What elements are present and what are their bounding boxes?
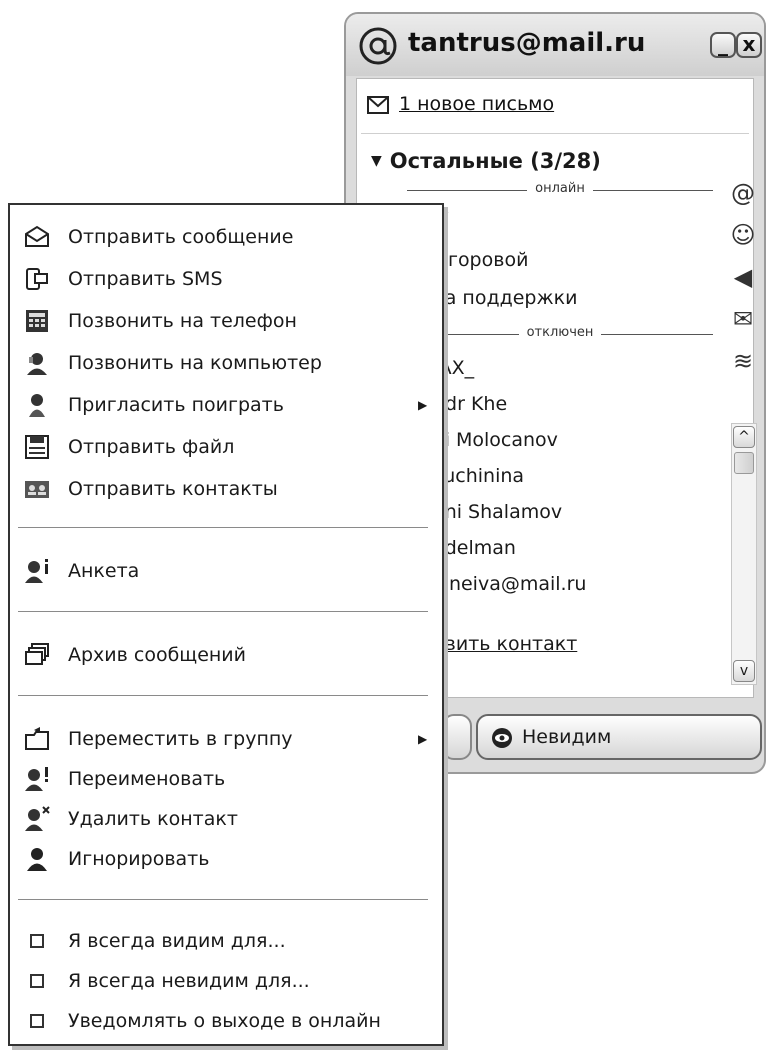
add-contact-link[interactable]: авить контакт	[433, 633, 577, 655]
menu-item-send-contacts[interactable]: Отправить контакты	[10, 471, 442, 507]
scroll-down-button[interactable]: v	[733, 660, 755, 682]
close-button[interactable]: x	[736, 32, 762, 58]
notify-online-checkbox[interactable]	[30, 1014, 44, 1028]
always-visible-checkbox[interactable]	[30, 934, 44, 948]
new-mail-link[interactable]: 1 новое письмо	[399, 93, 554, 115]
archive-icon	[25, 643, 49, 665]
new-mail-notice[interactable]: 1 новое письмо	[367, 93, 554, 115]
menu-item-message-archive[interactable]: Архив сообщений	[10, 637, 442, 673]
contact-item[interactable]: Огоровой	[433, 249, 528, 271]
offline-divider: отключен	[407, 325, 713, 343]
contact-item[interactable]: ei Molocanov	[433, 429, 558, 451]
contact-item[interactable]: ndr Khe	[433, 393, 507, 415]
rename-user-icon	[25, 767, 48, 791]
sound-icon[interactable]: ◀	[727, 263, 759, 295]
menu-item-invite-game[interactable]: Пригласить поиграть ▶	[10, 387, 442, 423]
status-label: Невидим	[522, 726, 612, 748]
group-label: Остальные (3/28)	[389, 149, 601, 173]
status-button[interactable]: Невидим	[476, 714, 762, 760]
submenu-arrow-icon: ▶	[418, 732, 428, 746]
menu-item-call-computer[interactable]: Позвонить на компьютер	[10, 345, 442, 381]
headset-user-icon	[27, 353, 47, 375]
menu-separator	[18, 611, 428, 612]
ignore-user-icon	[27, 848, 47, 871]
menu-item-always-visible[interactable]: Я всегда видим для...	[10, 923, 442, 959]
contact-item[interactable]: Luchinina	[433, 465, 524, 487]
menu-item-notify-online[interactable]: Уведомлять о выходе в онлайн	[10, 1003, 442, 1039]
at-icon	[359, 27, 397, 65]
menu-item-delete-contact[interactable]: Удалить контакт	[10, 801, 442, 837]
status-menu-button[interactable]	[442, 714, 472, 760]
title-bar[interactable]: tantrus@mail.ru _ x	[346, 14, 764, 76]
contact-item[interactable]: ба поддержки	[433, 287, 577, 309]
radio-icon[interactable]: ≋	[727, 347, 759, 379]
phone-sms-icon	[26, 268, 48, 290]
contacts-icon[interactable]: ☺	[727, 221, 759, 253]
sms-icon[interactable]: ✉	[727, 305, 759, 337]
contact-item[interactable]: eni Shalamov	[433, 501, 562, 523]
scroll-up-button[interactable]: ^	[733, 426, 755, 448]
scroll-thumb[interactable]	[734, 452, 754, 474]
menu-item-send-sms[interactable]: Отправить SMS	[10, 261, 442, 297]
collapse-triangle-icon[interactable]: ▼	[371, 153, 382, 169]
contact-item[interactable]: edelman	[433, 537, 516, 559]
menu-item-profile[interactable]: Анкета	[10, 553, 442, 589]
player-icon	[29, 394, 45, 417]
group-header[interactable]: ▼ Остальные (3/28)	[371, 149, 601, 173]
menu-separator	[18, 899, 428, 900]
menu-item-always-invisible[interactable]: Я всегда невидим для...	[10, 963, 442, 999]
calculator-phone-icon	[26, 310, 48, 332]
envelope-icon	[25, 225, 49, 247]
contact-list-scrollbar[interactable]: ^ v	[731, 423, 757, 685]
contact-context-menu: Отправить сообщение Отправить SMS Позвон…	[8, 203, 444, 1046]
move-folder-icon	[25, 727, 49, 750]
envelope-icon	[367, 96, 389, 114]
floppy-icon	[25, 435, 49, 459]
invisible-eye-icon	[492, 728, 512, 748]
menu-separator	[18, 695, 428, 696]
menu-item-move-to-group[interactable]: Переместить в группу ▶	[10, 721, 442, 757]
contact-cards-icon	[25, 481, 49, 498]
contact-item[interactable]: s.neiva@mail.ru	[433, 573, 586, 595]
submenu-arrow-icon: ▶	[418, 398, 428, 412]
always-invisible-checkbox[interactable]	[30, 974, 44, 988]
online-divider: онлайн	[407, 181, 713, 199]
menu-item-ignore[interactable]: Игнорировать	[10, 841, 442, 877]
menu-separator	[18, 527, 428, 528]
minimize-button[interactable]: _	[710, 32, 736, 58]
user-info-icon	[25, 559, 48, 583]
window-title: tantrus@mail.ru	[408, 28, 646, 58]
menu-item-call-phone[interactable]: Позвонить на телефон	[10, 303, 442, 339]
menu-item-send-file[interactable]: Отправить файл	[10, 429, 442, 465]
menu-item-rename[interactable]: Переименовать	[10, 761, 442, 797]
delete-user-icon	[25, 806, 50, 831]
menu-item-send-message[interactable]: Отправить сообщение	[10, 219, 442, 255]
header-divider	[361, 133, 749, 134]
at-icon[interactable]: @	[727, 179, 759, 211]
